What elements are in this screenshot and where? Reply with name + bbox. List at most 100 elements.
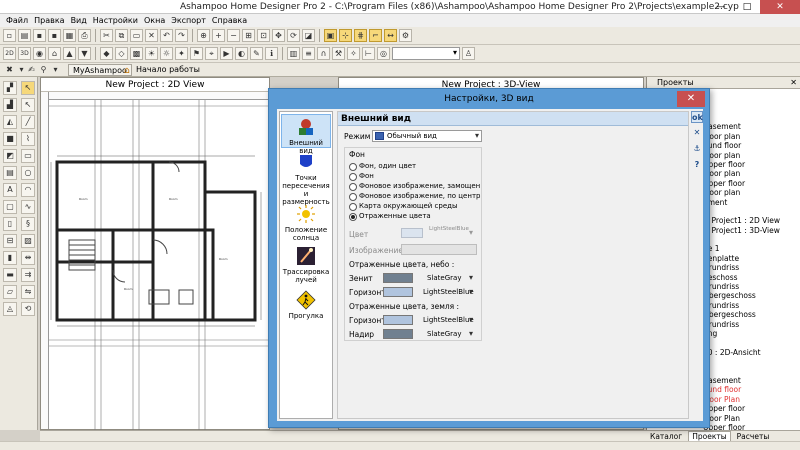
floor-down-icon[interactable]: ▼: [78, 47, 91, 60]
terrain-icon[interactable]: ◬: [3, 302, 17, 316]
maximize-button[interactable]: □: [734, 0, 760, 14]
light-icon[interactable]: ☀: [145, 47, 158, 60]
tree-item[interactable]: Upper floor: [703, 179, 799, 188]
zenith-dropdown-icon[interactable]: ▾: [469, 273, 473, 282]
delete-icon[interactable]: ✕: [145, 29, 158, 42]
raytrace-icon[interactable]: ✦: [175, 47, 188, 60]
floor-plan-canvas[interactable]: Room Room Room Room: [49, 100, 271, 431]
tree-item[interactable]: ound floor: [703, 141, 799, 150]
zenith-color-swatch[interactable]: [383, 273, 413, 283]
tree-item[interactable]: Grundriss: [703, 301, 799, 310]
wall-icon[interactable]: ▞: [3, 81, 17, 95]
tree-item[interactable]: Obergeschoss: [703, 291, 799, 300]
zoom-icon[interactable]: ⊕: [197, 29, 210, 42]
close-button[interactable]: ✕: [760, 0, 800, 14]
refresh-icon[interactable]: ⟳: [287, 29, 300, 42]
rotate-icon[interactable]: ⟲: [21, 302, 35, 316]
tree-item[interactable]: geschoss: [703, 273, 799, 282]
zoom-fit-icon[interactable]: ⊞: [242, 29, 255, 42]
tree-item[interactable]: 10 : 2D-Ansicht: [703, 348, 799, 357]
copy-icon[interactable]: ⧉: [115, 29, 128, 42]
tree-item[interactable]: Basement: [703, 122, 799, 131]
nadir-dropdown-icon[interactable]: ▾: [469, 329, 473, 338]
radio-bg-solid[interactable]: Фон, один цвет: [349, 162, 416, 171]
window-icon[interactable]: ⊟: [3, 234, 17, 248]
camera-icon[interactable]: ◉: [33, 47, 46, 60]
tab-projects[interactable]: Проекты: [688, 430, 731, 442]
tree-item[interactable]: [703, 338, 799, 347]
tree-item[interactable]: Obergeschoss: [703, 310, 799, 319]
tools-icon[interactable]: ✖: [4, 64, 15, 75]
ground-horizon-dropdown-icon[interactable]: ▾: [469, 315, 473, 324]
save-icon[interactable]: ▪: [33, 29, 46, 42]
tool-icon[interactable]: ⚒: [332, 47, 345, 60]
link-icon[interactable]: ⚲: [38, 64, 49, 75]
save-as-icon[interactable]: ▪: [48, 29, 61, 42]
pin-icon[interactable]: ✍: [26, 64, 37, 75]
settings-icon[interactable]: ⚙: [399, 29, 412, 42]
hatch-icon[interactable]: ▨: [21, 234, 35, 248]
column-icon[interactable]: ▮: [3, 251, 17, 265]
radio-environment-map[interactable]: Карта окружающей среды: [349, 202, 458, 211]
tab-catalog[interactable]: Каталог: [650, 432, 682, 441]
menu-help[interactable]: Справка: [212, 16, 247, 25]
pointer-icon[interactable]: ↖: [21, 98, 35, 112]
view-3d-icon[interactable]: 3D: [18, 47, 31, 60]
layers-icon[interactable]: ◪: [302, 29, 315, 42]
tree-item[interactable]: [703, 357, 799, 366]
tree-item[interactable]: de 1: [703, 244, 799, 253]
horizon-color-swatch[interactable]: [383, 287, 413, 297]
furniture-icon[interactable]: ▤: [3, 166, 17, 180]
new-file-icon[interactable]: ▫: [3, 29, 16, 42]
undo-icon[interactable]: ↶: [160, 29, 173, 42]
tab-start[interactable]: ⌂ Начало работы: [122, 64, 204, 76]
tree-item[interactable]: w Project1 : 2D View: [703, 216, 799, 225]
radio-bg-image-centered[interactable]: Фоновое изображение, по центр: [349, 192, 480, 201]
pan-icon[interactable]: ✥: [272, 29, 285, 42]
tree-item[interactable]: w Project1 : 3D-View: [703, 226, 799, 235]
dialog-close-button[interactable]: ✕: [677, 91, 705, 107]
redo-icon[interactable]: ↷: [175, 29, 188, 42]
paste-icon[interactable]: ▭: [130, 29, 143, 42]
walk-icon[interactable]: ⚑: [190, 47, 203, 60]
menu-view[interactable]: Вид: [71, 16, 87, 25]
tree-item[interactable]: 1: [703, 113, 799, 122]
wand-icon[interactable]: ✧: [347, 47, 360, 60]
curve-icon[interactable]: ∿: [21, 200, 35, 214]
floor-up-icon[interactable]: ▲: [63, 47, 76, 60]
bars-icon[interactable]: ▥: [287, 47, 300, 60]
video-icon[interactable]: ▶: [220, 47, 233, 60]
category-sun-position[interactable]: Положение солнца: [281, 204, 331, 242]
category-walk[interactable]: Прогулка: [281, 290, 331, 326]
radio-bg[interactable]: Фон: [349, 172, 374, 181]
category-raytracing[interactable]: Трассировка лучей: [281, 246, 331, 286]
fill-icon[interactable]: ■: [3, 132, 17, 146]
tape-icon[interactable]: ◎: [377, 47, 390, 60]
radio-reflected-colors[interactable]: Отраженные цвета: [349, 212, 431, 221]
tree-item[interactable]: ound floor: [703, 385, 799, 394]
dropdown-icon[interactable]: ▾: [50, 64, 61, 75]
menu-file[interactable]: Файл: [6, 16, 28, 25]
minimize-button[interactable]: —: [708, 0, 734, 14]
zoom-window-icon[interactable]: ⊡: [257, 29, 270, 42]
tree-item[interactable]: Floor plan: [703, 151, 799, 160]
ok-button[interactable]: ok: [691, 111, 703, 123]
floor-slab-icon[interactable]: ▱: [3, 285, 17, 299]
snap-icon[interactable]: ⊹: [339, 29, 352, 42]
menu-edit[interactable]: Правка: [34, 16, 64, 25]
tree-item[interactable]: Floor Plan: [703, 395, 799, 404]
floor-select-combo[interactable]: [392, 47, 460, 60]
category-appearance[interactable]: Внешний вид: [281, 114, 331, 155]
menu-windows[interactable]: Окна: [144, 16, 165, 25]
anchor-icon[interactable]: ⚓: [691, 143, 703, 155]
polyline-icon[interactable]: ⌇: [21, 132, 35, 146]
horizon-dropdown-icon[interactable]: ▾: [469, 287, 473, 296]
color-icon[interactable]: ◩: [3, 149, 17, 163]
tree-item[interactable]: nment: [703, 198, 799, 207]
magnet-icon[interactable]: ∩: [317, 47, 330, 60]
stairs-icon[interactable]: ▟: [3, 98, 17, 112]
tree-item[interactable]: denplatte: [703, 254, 799, 263]
tree-item[interactable]: Floor plan: [703, 132, 799, 141]
print-icon[interactable]: ⎙: [78, 29, 91, 42]
mirror-icon[interactable]: ⇋: [21, 285, 35, 299]
